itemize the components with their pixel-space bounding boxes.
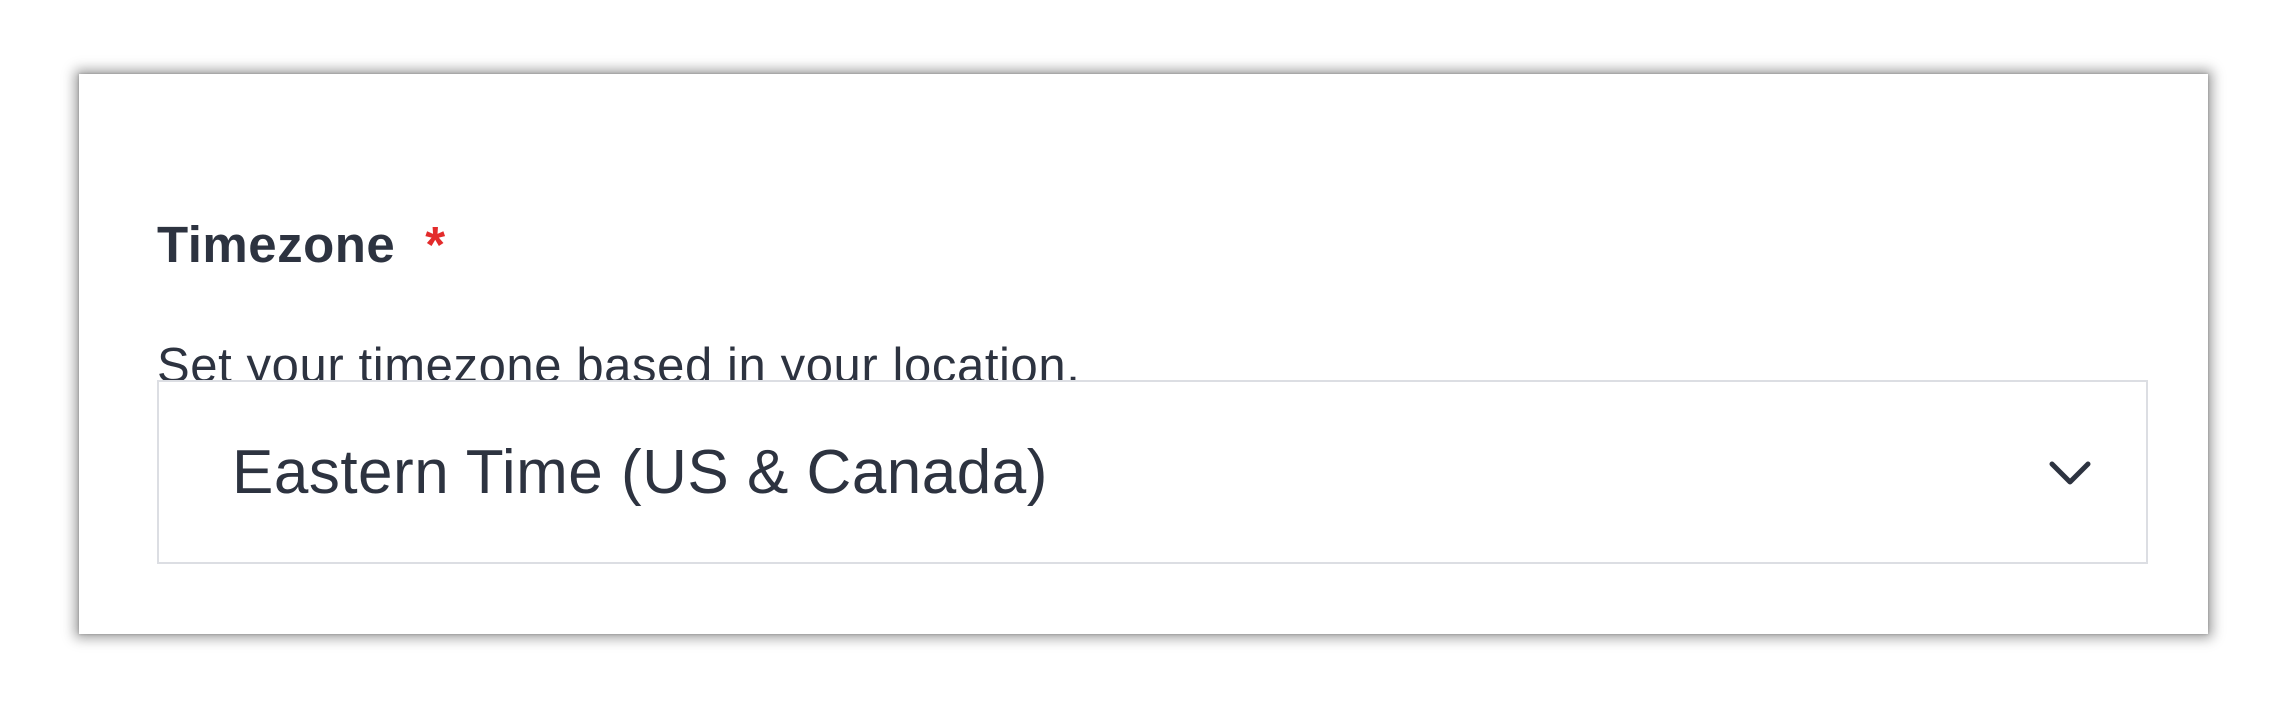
chevron-down-icon xyxy=(2046,454,2094,494)
timezone-select[interactable]: Eastern Time (US & Canada) xyxy=(157,380,2148,564)
timezone-label: Timezone * xyxy=(157,214,446,274)
timezone-label-text: Timezone xyxy=(157,215,396,273)
timezone-settings-card: Timezone * Set your timezone based in yo… xyxy=(79,74,2208,634)
required-indicator: * xyxy=(425,215,446,273)
timezone-selected-value: Eastern Time (US & Canada) xyxy=(232,437,1048,507)
